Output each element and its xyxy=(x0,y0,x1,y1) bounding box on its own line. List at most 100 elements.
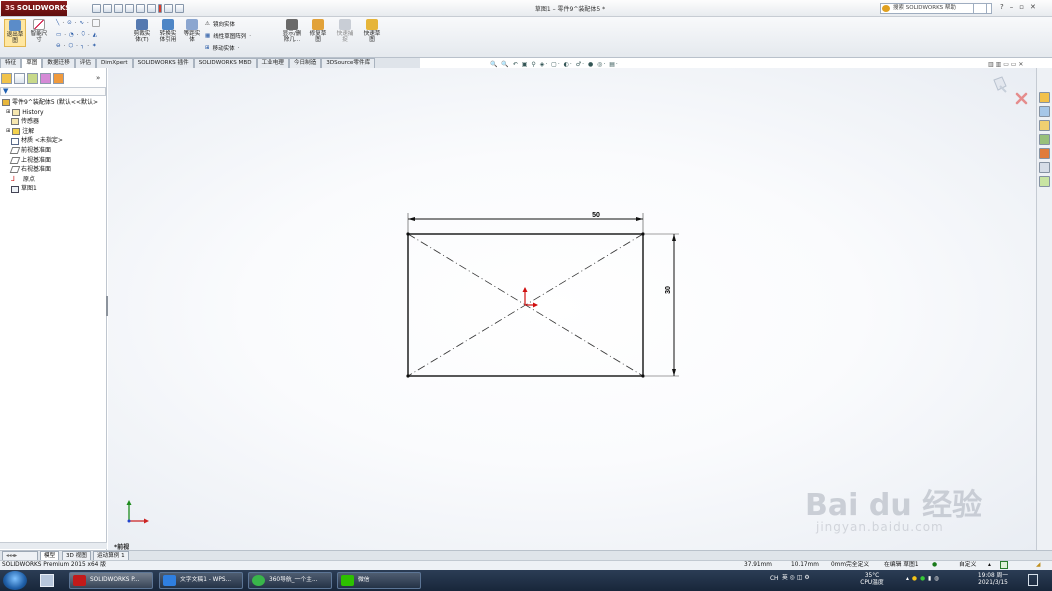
forum-icon[interactable] xyxy=(1039,176,1050,187)
panel-expand-icon[interactable]: » xyxy=(96,74,100,82)
property-manager-tab-icon[interactable] xyxy=(14,73,25,84)
tab-today-manufacturing[interactable]: 今日制造 xyxy=(288,58,322,68)
corner-point[interactable] xyxy=(406,374,410,378)
spline-icon[interactable]: ∿ xyxy=(79,20,84,26)
view-orientation-icon[interactable]: ◈ xyxy=(540,61,546,68)
feature-manager-tab-icon[interactable] xyxy=(1,73,12,84)
tree-item-origin[interactable]: ⅃ 原点 xyxy=(2,175,98,185)
hide-show-icon[interactable]: ◐ xyxy=(564,61,570,68)
rapid-sketch-button[interactable]: 快速草 图 xyxy=(360,19,384,47)
tree-root[interactable]: 零件9^装配体5 (默认<<默认> xyxy=(2,98,98,108)
width-dimension-text[interactable]: 50 xyxy=(592,212,600,219)
tree-item-history[interactable]: ⊞ History xyxy=(2,108,98,118)
trim-entities-button[interactable]: 剪裁实 体(T) xyxy=(130,19,154,47)
taskbar-item-wechat[interactable]: 微信 xyxy=(337,572,421,589)
view-layout-icon[interactable]: ▥ xyxy=(988,61,994,68)
tree-item-right-plane[interactable]: 右视基准面 xyxy=(2,165,98,175)
convert-entities-button[interactable]: 转换实 体引用 xyxy=(156,19,180,47)
view-settings-icon[interactable]: ▤ xyxy=(609,61,616,68)
clock[interactable]: 19:08 周一 2021/3/15 xyxy=(972,573,1014,587)
tab-features[interactable]: 特征 xyxy=(0,58,22,68)
dynamic-annotation-icon[interactable]: ⚲ xyxy=(531,61,536,68)
tab-3dsource[interactable]: 3DSource零件库 xyxy=(321,58,376,68)
close-button[interactable]: ✕ xyxy=(1030,3,1036,11)
minimize-button[interactable]: – xyxy=(1010,3,1014,11)
start-button[interactable] xyxy=(3,571,27,590)
design-library-icon[interactable] xyxy=(1039,106,1050,117)
zoom-to-fit-icon[interactable]: 🔍 xyxy=(490,61,498,68)
line-icon[interactable]: ╲ xyxy=(56,20,59,26)
fillet-icon[interactable]: ╮ xyxy=(81,43,84,49)
save-icon[interactable] xyxy=(114,4,123,13)
new-file-icon[interactable] xyxy=(92,4,101,13)
network-icon[interactable]: ◎ xyxy=(790,575,797,581)
polygon-icon[interactable]: ⬡ xyxy=(68,43,73,49)
display-delete-relations-button[interactable]: 显示/删 除几... xyxy=(280,19,304,47)
plane-icon[interactable]: ◭ xyxy=(93,32,97,38)
tree-item-sketch1[interactable]: 草图1 xyxy=(2,184,98,194)
language-indicator[interactable]: CH xyxy=(770,576,778,583)
slot-icon[interactable]: ⊖ xyxy=(56,43,61,49)
corner-point[interactable] xyxy=(406,232,410,236)
lights-icon[interactable]: ♂ xyxy=(576,61,582,68)
solidworks-resources-icon[interactable] xyxy=(1039,92,1050,103)
settings-icon[interactable]: ⚙ xyxy=(804,575,811,581)
zoom-area-icon[interactable]: 🔍 xyxy=(501,61,509,68)
undo-icon[interactable] xyxy=(136,4,145,13)
tree-item-sensors[interactable]: 传感器 xyxy=(2,117,98,127)
view-layout-2-icon[interactable]: ▥ xyxy=(996,61,1002,68)
input-method-icon[interactable]: 英 xyxy=(782,575,790,581)
taskbar-item-360-browser[interactable]: 360导航_一个主... xyxy=(248,572,332,589)
units-selector[interactable]: 自定义 xyxy=(959,561,976,570)
move-entities-button[interactable]: ⊞ 移动实体 · xyxy=(205,44,239,52)
scene-icon[interactable]: ◎ xyxy=(597,61,603,68)
print-icon[interactable] xyxy=(125,4,134,13)
options-icon[interactable] xyxy=(175,4,184,13)
open-file-icon[interactable] xyxy=(103,4,112,13)
appearances-icon[interactable] xyxy=(1039,148,1050,159)
taskbar-item-wps[interactable]: 文字文稿1 - WPS... xyxy=(159,572,243,589)
viewport-minimize-icon[interactable]: ▭ xyxy=(1003,61,1009,68)
ellipse-icon[interactable]: ⬯ xyxy=(82,31,85,38)
tree-item-front-plane[interactable]: 前视基准面 xyxy=(2,146,98,156)
tray-app-icon-1[interactable]: ● xyxy=(912,576,920,582)
tab-dimxpert[interactable]: DimXpert xyxy=(96,58,133,68)
rectangle-icon[interactable]: ▭ xyxy=(56,32,61,38)
view-palette-icon[interactable] xyxy=(1039,134,1050,145)
restore-button[interactable]: ▫ xyxy=(1019,3,1024,11)
tree-item-annotations[interactable]: ⊞ 注解 xyxy=(2,127,98,137)
file-properties-icon[interactable] xyxy=(164,4,173,13)
height-dimension-text[interactable]: 30 xyxy=(665,286,672,294)
tab-sketch[interactable]: 草图 xyxy=(21,58,43,68)
rebuild-status-icon[interactable]: ● xyxy=(932,561,937,570)
point-icon[interactable]: ✶ xyxy=(92,43,97,49)
display-manager-tab-icon[interactable] xyxy=(53,73,64,84)
rapid-snaps-button[interactable]: 快速捕 捉 xyxy=(334,19,356,47)
help-status-icon[interactable] xyxy=(1000,561,1008,569)
tab-evaluate[interactable]: 评估 xyxy=(74,58,96,68)
circle-icon[interactable]: ⊙ xyxy=(67,20,72,26)
sketch-text-icon[interactable] xyxy=(91,19,100,27)
tree-item-material[interactable]: 材质 <未指定> xyxy=(2,136,98,146)
tab-mbd[interactable]: SOLIDWORKS MBD xyxy=(193,58,257,68)
viewport-restore-icon[interactable]: ▭ xyxy=(1011,61,1017,68)
file-manager-icon[interactable] xyxy=(40,574,54,587)
offset-entities-button[interactable]: 等距实 体 xyxy=(181,19,203,47)
tab-industrial[interactable]: 工业电理 xyxy=(256,58,289,68)
rebuild-icon[interactable] xyxy=(158,4,162,13)
tab-data-migration[interactable]: 数据迁移 xyxy=(42,58,75,68)
select-icon[interactable] xyxy=(147,4,156,13)
arc-icon[interactable]: ◔ xyxy=(69,32,74,38)
repair-sketch-button[interactable]: 修复草 图 xyxy=(306,19,330,47)
tray-app-icon-2[interactable]: ● xyxy=(920,576,928,582)
corner-point[interactable] xyxy=(641,232,645,236)
previous-view-icon[interactable]: ↶ xyxy=(513,61,519,68)
configuration-manager-tab-icon[interactable] xyxy=(27,73,38,84)
viewport-close-icon[interactable]: ✕ xyxy=(1018,61,1023,68)
linear-pattern-button[interactable]: ▦ 线性草图阵列 · xyxy=(205,32,251,40)
mirror-entities-button[interactable]: ⚠ 镜向实体 xyxy=(205,20,235,28)
file-explorer-icon[interactable] xyxy=(1039,120,1050,131)
panel-horizontal-scrollbar[interactable] xyxy=(0,542,107,549)
solidworks-logo[interactable]: 3S SOLIDWORKS xyxy=(1,1,70,16)
feature-tree-filter[interactable]: ▼ xyxy=(0,87,106,96)
